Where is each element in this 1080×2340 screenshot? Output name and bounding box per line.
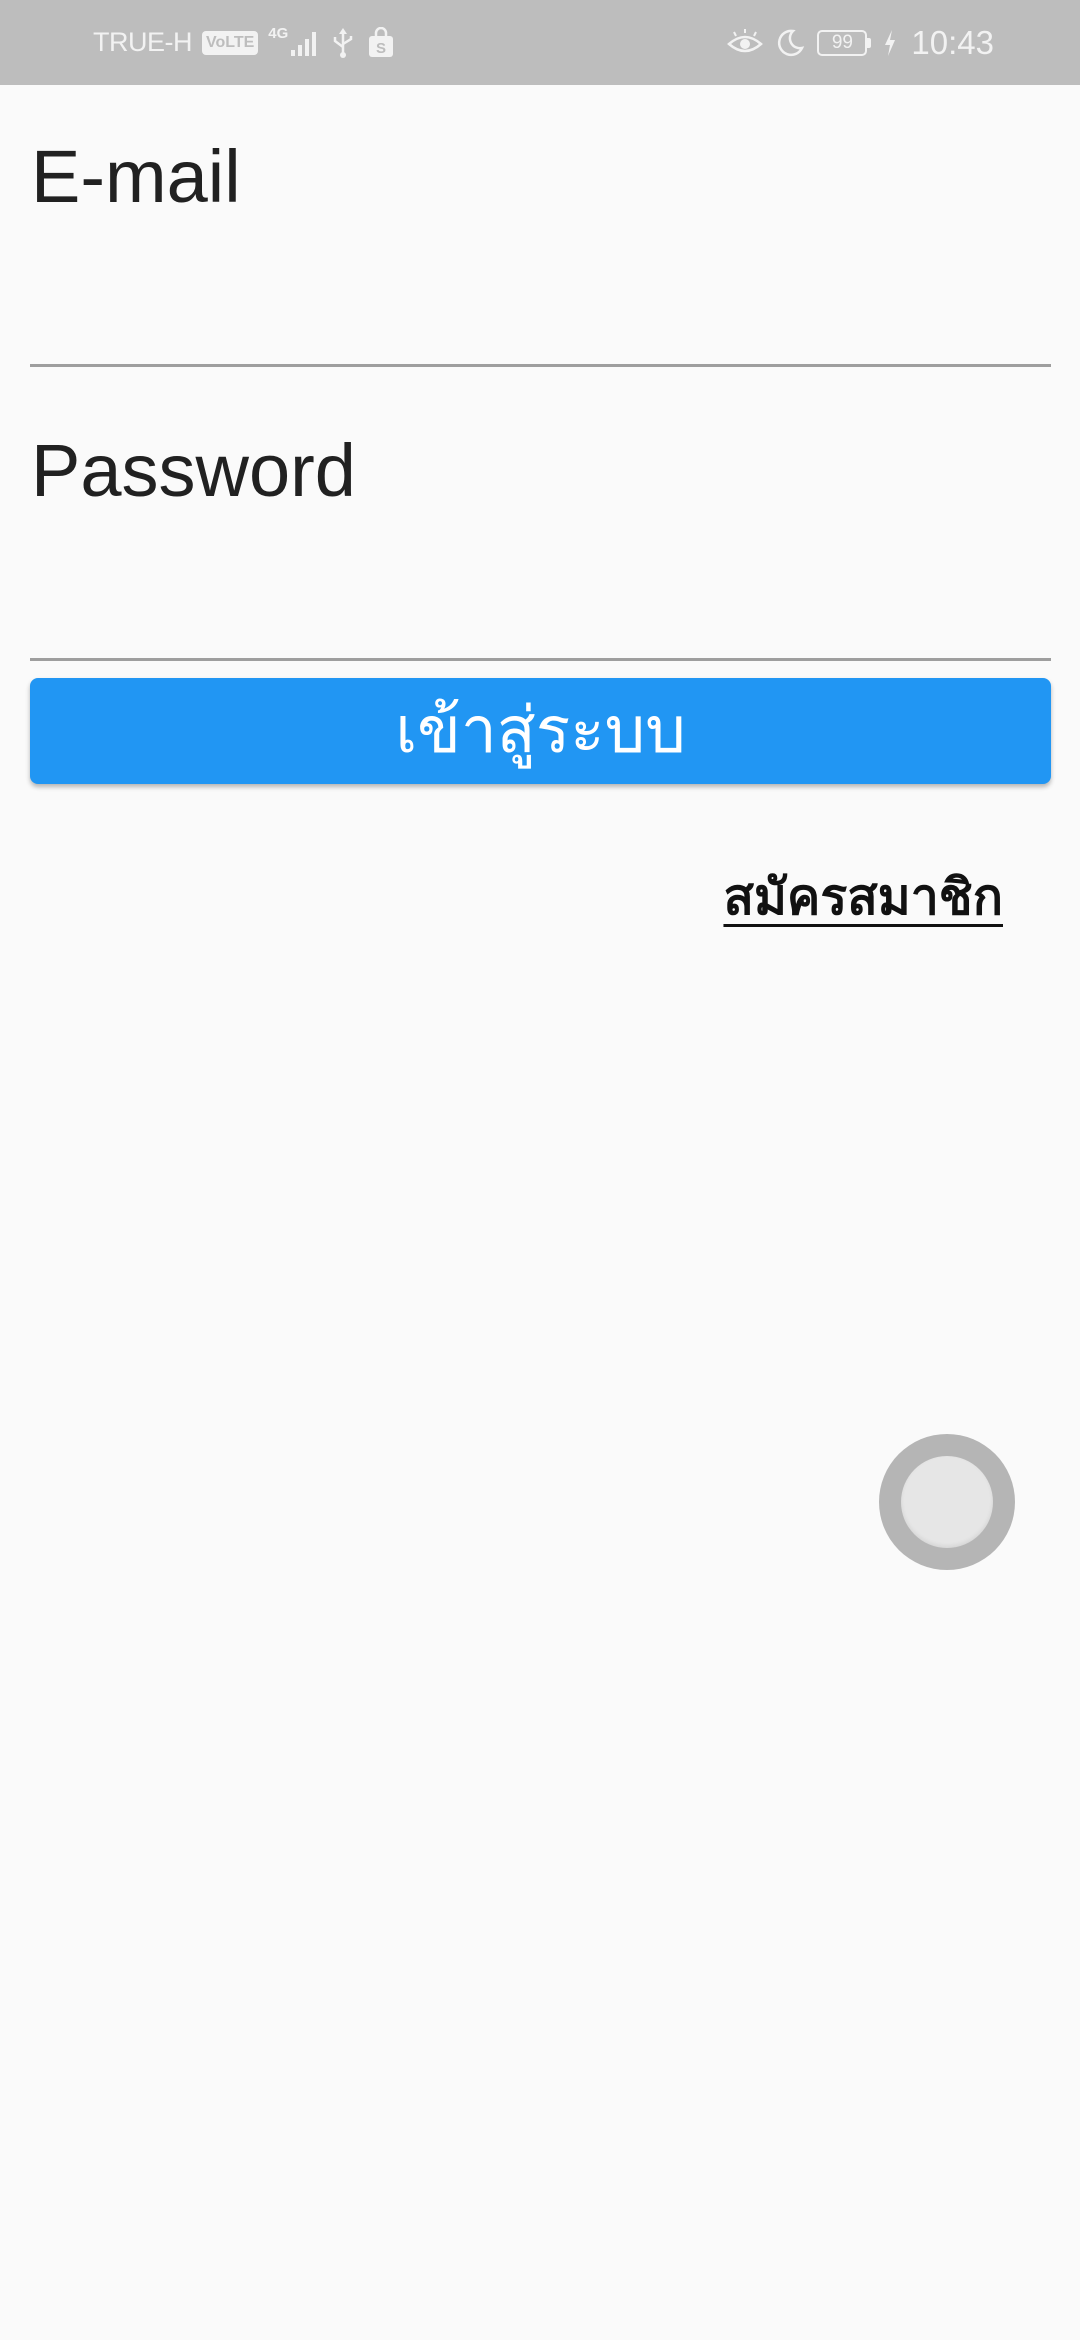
moon-icon — [775, 28, 805, 58]
charging-icon — [883, 29, 897, 57]
login-button[interactable]: เข้าสู่ระบบ — [30, 678, 1051, 784]
usb-icon — [330, 27, 356, 59]
password-label: Password — [31, 429, 356, 512]
email-label: E-mail — [31, 135, 241, 218]
battery-level: 99 — [817, 29, 868, 56]
email-field[interactable] — [30, 293, 1051, 367]
status-bar: TRUE-H VoLTE 4G S 99 10:43 — [0, 0, 1080, 85]
assistive-touch-inner — [901, 1456, 993, 1548]
eye-comfort-icon — [727, 28, 764, 58]
svg-text:S: S — [376, 40, 386, 57]
register-link[interactable]: สมัครสมาชิก — [723, 858, 1003, 937]
assistive-touch-button[interactable] — [879, 1434, 1015, 1570]
volte-badge: VoLTE — [202, 30, 259, 55]
shopping-bag-icon: S — [366, 26, 396, 59]
status-bar-right: 99 10:43 — [727, 0, 994, 85]
signal-icon — [290, 28, 320, 58]
status-bar-left: TRUE-H VoLTE 4G S — [93, 0, 396, 85]
battery-icon: 99 — [817, 29, 872, 56]
carrier-name: TRUE-H — [93, 27, 193, 57]
clock: 10:43 — [911, 23, 994, 61]
network-type: 4G — [268, 25, 289, 42]
password-field[interactable] — [30, 587, 1051, 661]
